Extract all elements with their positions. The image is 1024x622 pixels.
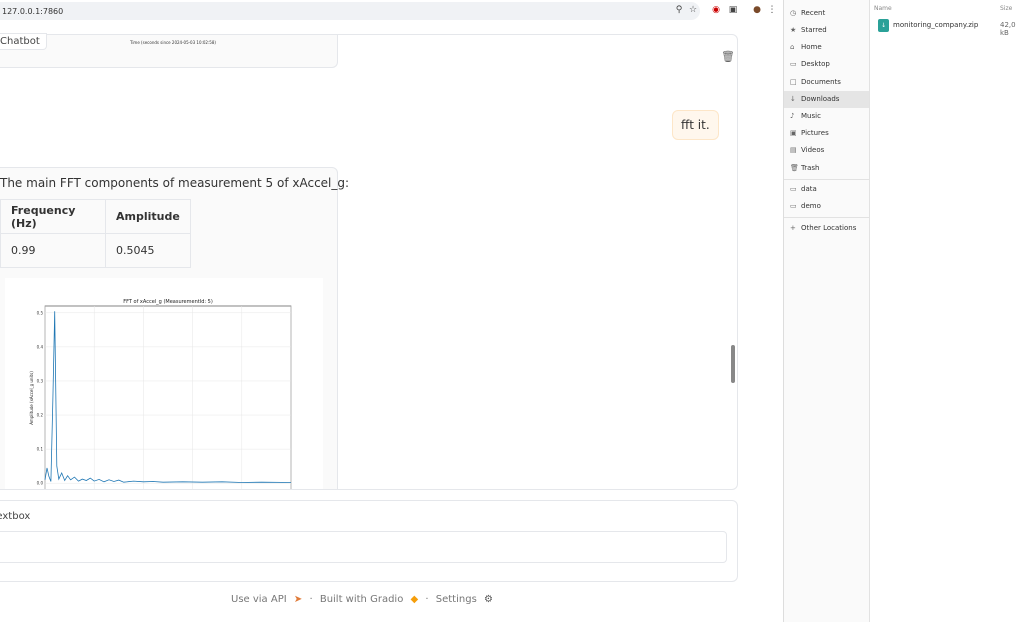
fft-chart: 05101520250.00.10.20.30.40.5FFT of xAcce…	[29, 299, 292, 489]
music-icon: ♪	[790, 112, 795, 120]
previous-bot-message: Time (seconds since 2024-05-03 10:02:58)	[0, 35, 338, 68]
table-row: 0.99 0.5045	[0, 233, 191, 268]
chart-title: FFT of xAccel_g (MeasurementId: 5)	[123, 299, 213, 305]
folder-icon: ▭	[790, 185, 797, 193]
bot-message-title: The main FFT components of measurement 5…	[0, 176, 350, 190]
sidebar-item-data[interactable]: ▭ data	[784, 181, 869, 198]
y-tick-label: 0.2	[37, 413, 44, 418]
table-header-amplitude: Amplitude	[105, 199, 191, 234]
file-list: Name Size ↓ monitoring_company.zip 42,0 …	[870, 0, 1024, 622]
profile-avatar-icon[interactable]: ●	[752, 5, 762, 15]
sidebar-item-desktop[interactable]: ▭ Desktop	[784, 56, 869, 73]
plus-icon: +	[790, 224, 796, 232]
gradio-logo-icon: ◆	[410, 594, 419, 605]
sidebar-divider	[784, 217, 869, 218]
menu-kebab-icon[interactable]: ⋮	[767, 5, 777, 15]
chatbot-panel: Time (seconds since 2024-05-03 10:02:58)…	[0, 34, 738, 490]
table-cell-amplitude: 0.5045	[105, 233, 191, 268]
gradio-footer: Use via API ➤ · Built with Gradio ◆ · Se…	[231, 594, 497, 605]
use-via-api-link[interactable]: Use via API	[231, 594, 287, 605]
file-manager-window: ◷ Recent ★ Starred ⌂ Home ▭ Desktop □ Documen…	[783, 0, 1024, 622]
home-icon: ⌂	[790, 43, 795, 51]
fft-plot-image: 05101520250.00.10.20.30.40.5FFT of xAcce…	[5, 278, 323, 489]
url-bar[interactable]: 127.0.0.1:7860	[0, 2, 700, 20]
download-icon: ↓	[790, 95, 796, 103]
bookmark-star-icon[interactable]: ☆	[688, 5, 698, 15]
plot-frame	[44, 305, 292, 489]
clock-icon: ◷	[790, 9, 797, 17]
clear-trash-icon[interactable]: 🗑	[721, 50, 735, 64]
previous-chart-caption: Time (seconds since 2024-05-03 10:02:58)	[130, 40, 216, 45]
sidebar-item-downloads[interactable]: ↓ Downloads	[784, 91, 869, 108]
textbox-panel: Textbox	[0, 500, 738, 582]
trash-icon: 🗑	[790, 164, 799, 172]
column-header-name[interactable]: Name	[874, 5, 892, 12]
zip-file-icon: ↓	[878, 19, 889, 32]
sidebar-item-trash[interactable]: 🗑 Trash	[784, 160, 869, 177]
star-icon: ★	[790, 26, 797, 34]
chatbot-label: Chatbot	[0, 33, 47, 50]
footer-separator: ·	[425, 594, 429, 605]
y-tick-label: 0.4	[37, 344, 44, 349]
table-header-frequency: Frequency (Hz)	[0, 199, 106, 234]
settings-link[interactable]: Settings	[436, 594, 477, 605]
fft-components-table: Frequency (Hz) Amplitude 0.99 0.5045	[0, 199, 191, 268]
bot-message-bubble: The main FFT components of measurement 5…	[0, 167, 349, 489]
video-icon: ▤	[790, 146, 797, 154]
file-name: monitoring_company.zip	[893, 21, 979, 29]
browser-window: 127.0.0.1:7860 ⚲ ☆ ◉ ▣ ● ⋮ Time (seconds…	[0, 0, 783, 622]
file-manager-sidebar: ◷ Recent ★ Starred ⌂ Home ▭ Desktop □ Documen…	[784, 0, 870, 622]
y-tick-label: 0.3	[37, 378, 44, 383]
footer-separator: ·	[309, 594, 313, 605]
folder-icon: ▭	[790, 202, 797, 210]
desktop-icon: ▭	[790, 60, 797, 68]
file-row[interactable]: ↓ monitoring_company.zip 42,0 kB	[870, 16, 1024, 37]
column-header-size[interactable]: Size	[1000, 5, 1012, 12]
built-with-gradio-link[interactable]: Built with Gradio	[320, 594, 403, 605]
sidebar-item-demo[interactable]: ▭ demo	[784, 198, 869, 215]
sidebar-item-other-locations[interactable]: + Other Locations	[784, 220, 869, 237]
extensions-puzzle-icon[interactable]: ▣	[728, 5, 738, 15]
sidebar-item-home[interactable]: ⌂ Home	[784, 39, 869, 56]
file-size: 42,0 kB	[1000, 21, 1016, 37]
y-tick-label: 0.5	[37, 310, 44, 315]
message-textbox[interactable]	[0, 531, 727, 563]
sidebar-item-pictures[interactable]: ▣ Pictures	[784, 125, 869, 142]
rocket-icon: ➤	[293, 594, 303, 605]
sidebar-item-recent[interactable]: ◷ Recent	[784, 5, 869, 22]
chat-scrollbar-thumb[interactable]	[731, 345, 735, 383]
gear-icon: ⚙	[483, 594, 493, 605]
url-text: 127.0.0.1:7860	[2, 7, 64, 16]
sidebar-item-starred[interactable]: ★ Starred	[784, 22, 869, 39]
sidebar-divider	[784, 179, 869, 180]
document-icon: □	[790, 78, 797, 86]
sidebar-item-videos[interactable]: ▤ Videos	[784, 142, 869, 159]
sidebar-item-documents[interactable]: □ Documents	[784, 74, 869, 91]
sidebar-item-music[interactable]: ♪ Music	[784, 108, 869, 125]
y-tick-label: 0.1	[37, 447, 44, 452]
picture-icon: ▣	[790, 129, 797, 137]
textbox-label: Textbox	[0, 511, 31, 522]
table-cell-frequency: 0.99	[0, 233, 106, 268]
y-axis-label: Amplitude (xAccel_g units)	[29, 371, 34, 425]
user-message-bubble: fft it.	[672, 110, 719, 140]
y-tick-label: 0.0	[37, 481, 44, 486]
zoom-icon[interactable]: ⚲	[674, 5, 684, 15]
extension-shield-icon[interactable]: ◉	[711, 5, 721, 15]
gradio-page: Time (seconds since 2024-05-03 10:02:58)…	[0, 21, 783, 622]
